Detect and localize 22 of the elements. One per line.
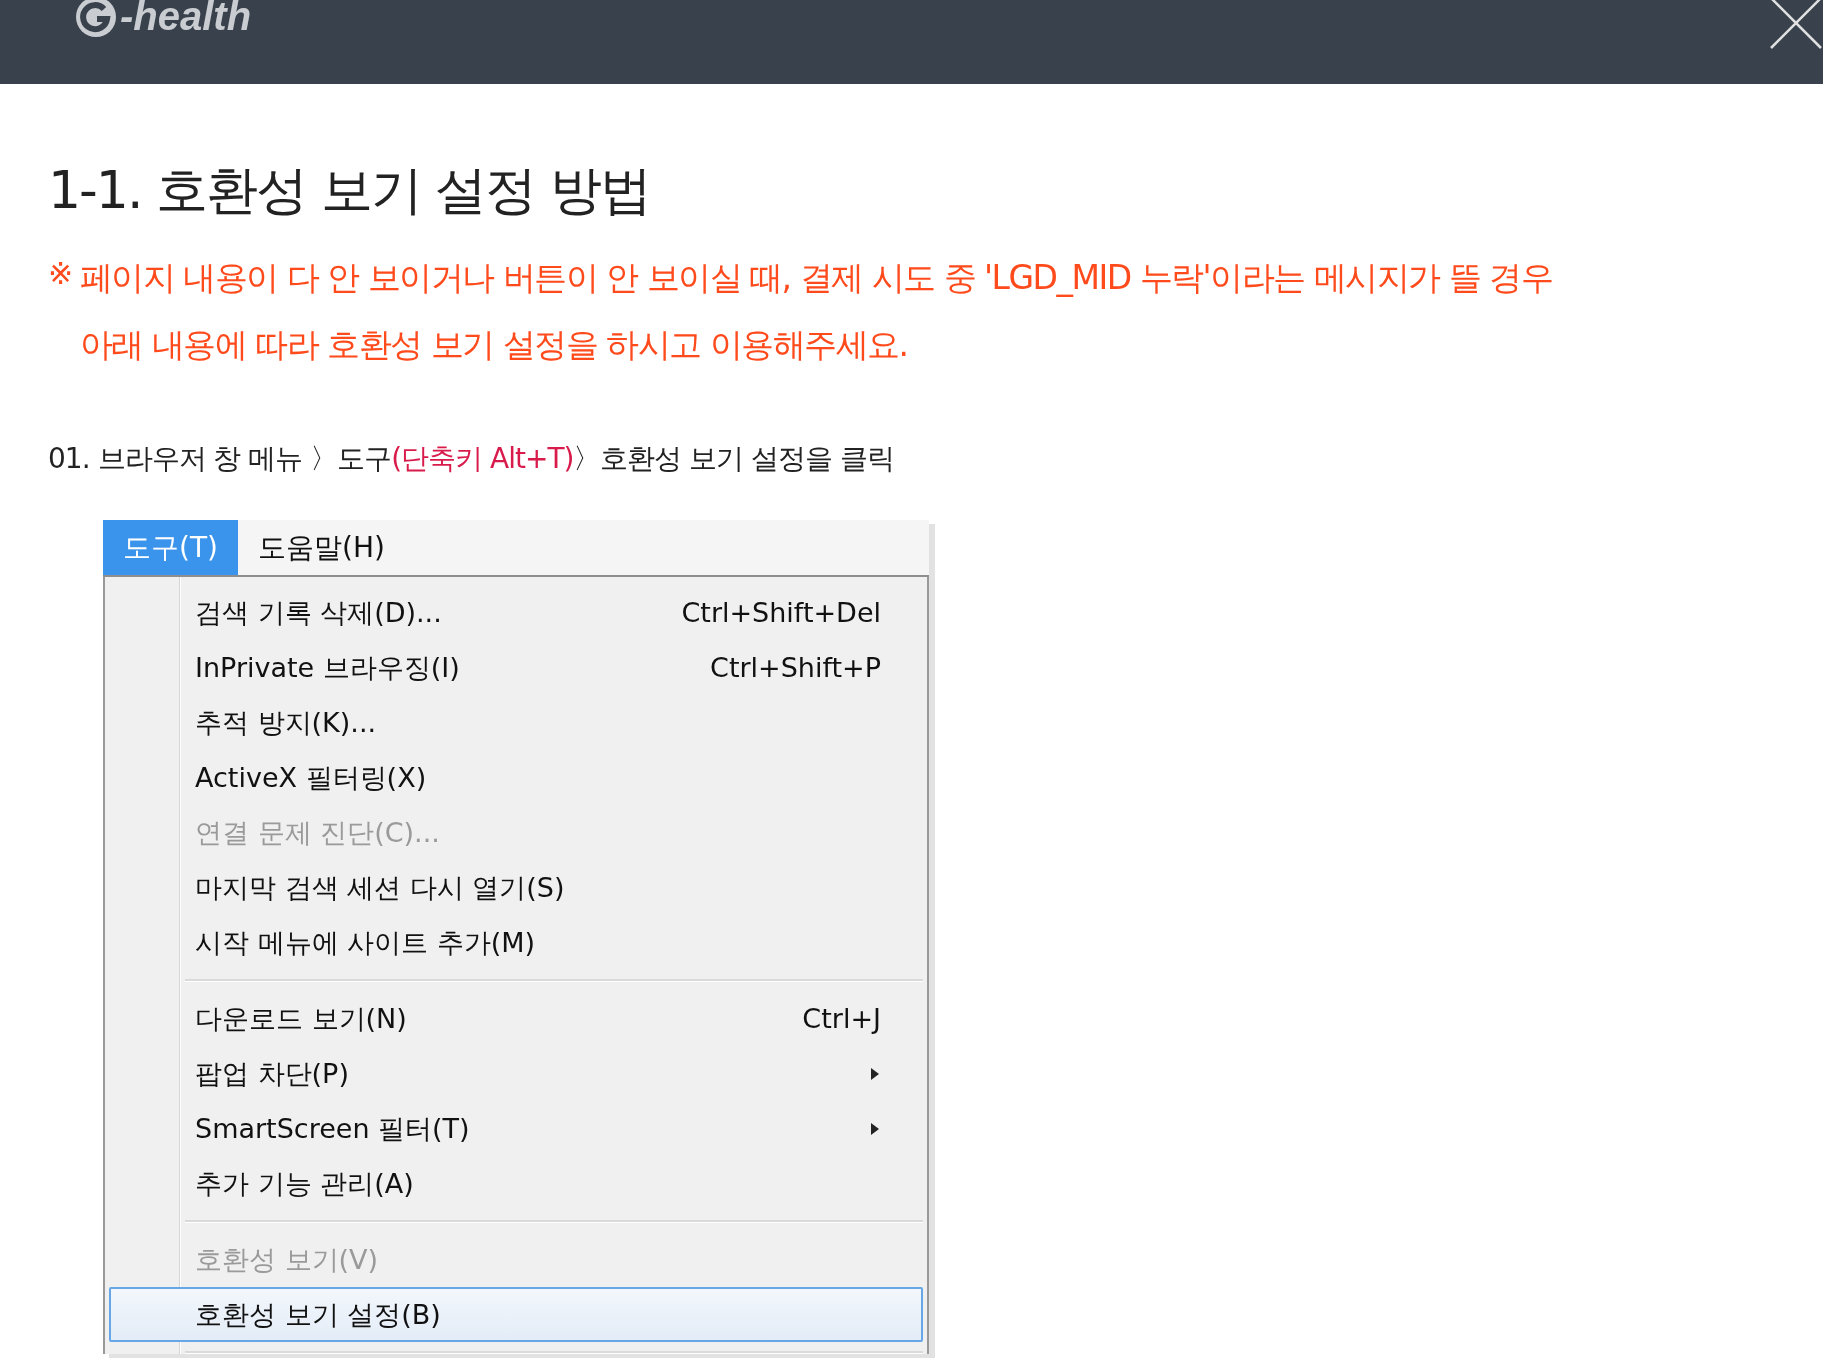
menu-bar-item[interactable]: 도움말(H) <box>237 520 405 575</box>
menu-item[interactable]: 다운로드 보기(N) Ctrl+J <box>109 991 923 1046</box>
menu-item[interactable]: 팝업 차단(P) <box>109 1046 923 1101</box>
menu-item[interactable]: 호환성 보기 설정(B) <box>109 1287 923 1342</box>
menu-item[interactable]: ActiveX 필터링(X) <box>109 750 923 805</box>
close-icon[interactable] <box>1769 0 1823 50</box>
step-text: 〉호환성 보기 설정을 클릭 <box>573 441 895 477</box>
notice-mark: ※ <box>48 256 72 293</box>
step-text: 브라우저 창 메뉴 〉도구 <box>97 441 392 477</box>
notice-text: 페이지 내용이 다 안 보이거나 버튼이 안 보이실 때, 결제 시도 중 'LGD_MID 누락'이라는 메시지가 뜰 경우 <box>79 257 1553 299</box>
menu-item[interactable]: 추가 기능 관리(A) <box>109 1156 923 1211</box>
menu-item[interactable]: 마지막 검색 세션 다시 열기(S) <box>109 860 923 915</box>
menu-item[interactable]: 추적 방지(K)... <box>109 695 923 750</box>
menu-item[interactable]: InPrivate 브라우징(I) Ctrl+Shift+P <box>109 640 923 695</box>
shortcut-hint: (단축키 Alt+T) <box>391 441 574 477</box>
step-number: 01. <box>48 442 90 475</box>
menu-item[interactable]: SmartScreen 필터(T) <box>109 1101 923 1156</box>
notice-text: 아래 내용에 따라 호환성 보기 설정을 하시고 이용해주세요. <box>79 324 909 366</box>
menu-item[interactable]: 시작 메뉴에 사이트 추가(M) <box>109 915 923 970</box>
page-title: 1-1. 호환성 보기 설정 방법 <box>48 159 651 222</box>
logo-text: -health <box>120 0 252 39</box>
menu-item[interactable]: 검색 기록 삭제(D)... Ctrl+Shift+Del <box>109 585 923 640</box>
